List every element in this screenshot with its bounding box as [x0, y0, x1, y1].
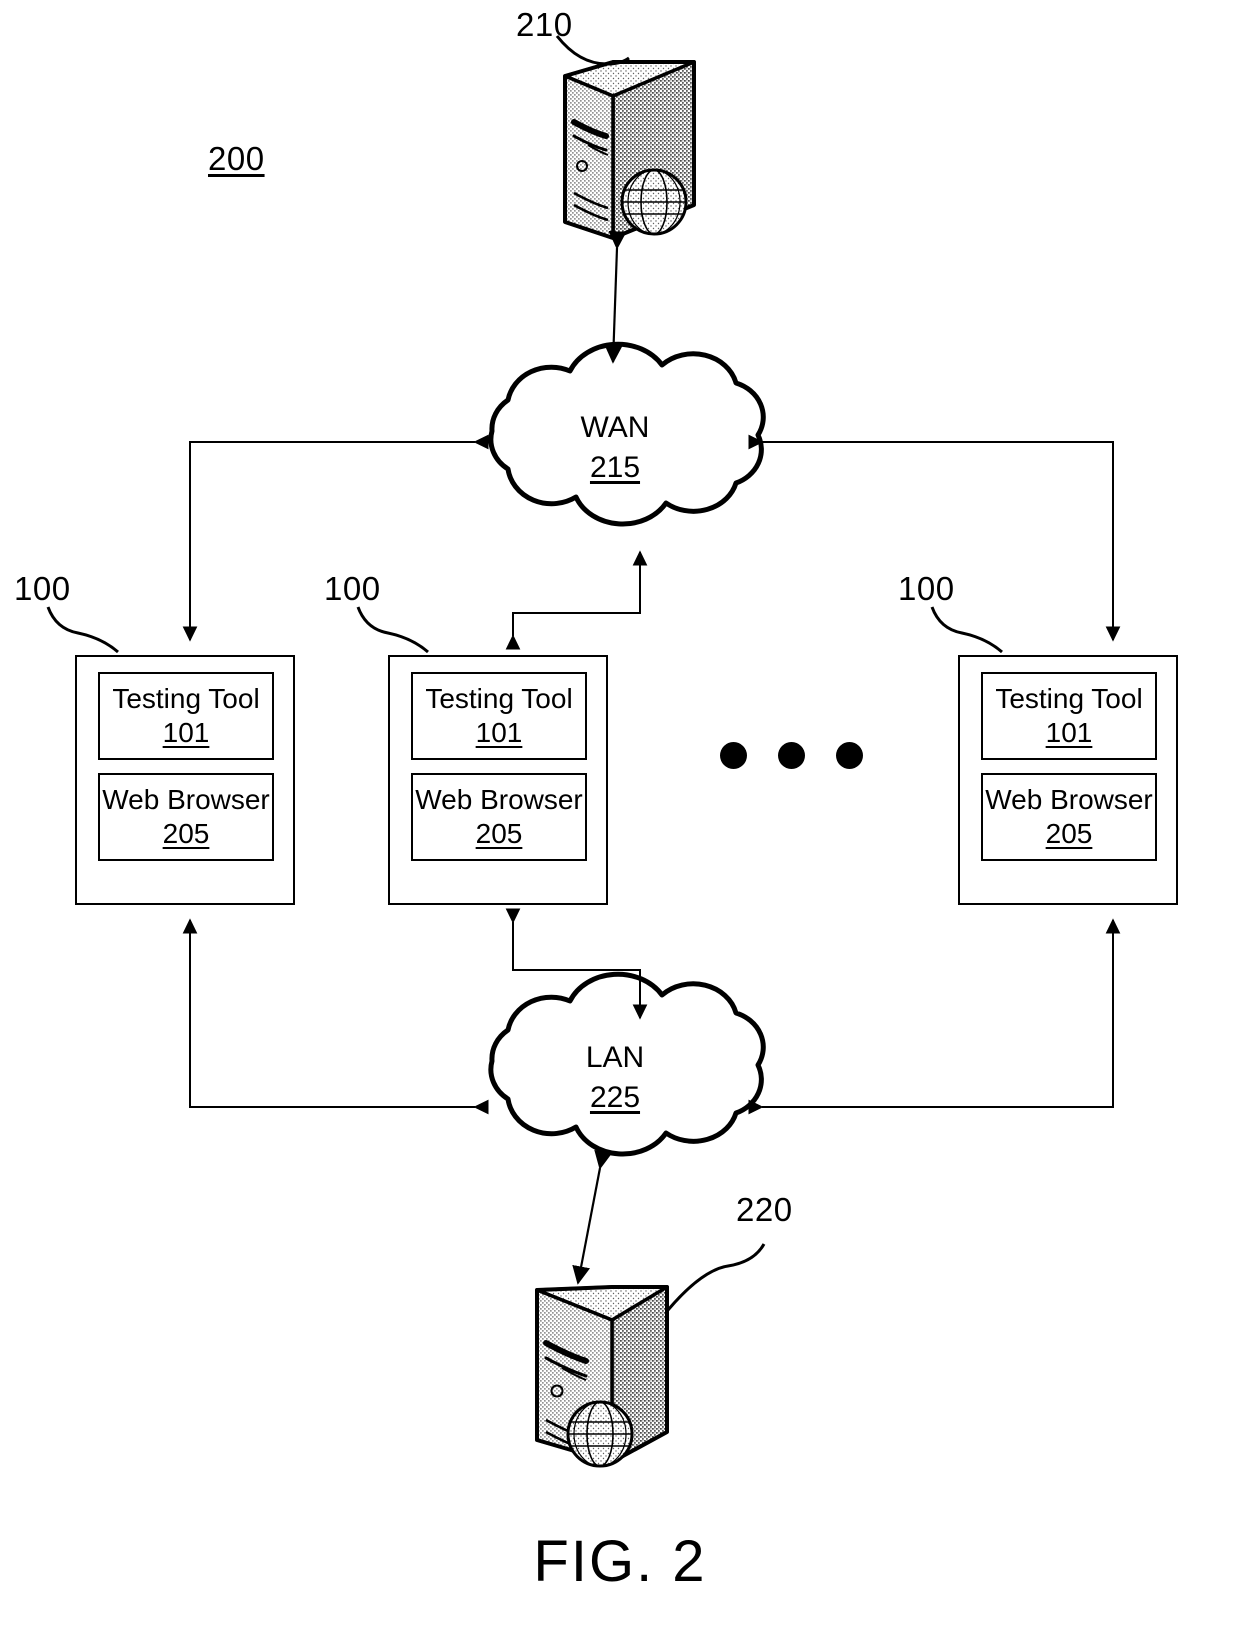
- lan-label-group: LAN 225: [515, 1038, 715, 1118]
- wan-label-group: WAN 215: [515, 408, 715, 488]
- figure-caption: FIG. 2: [533, 1529, 707, 1594]
- testing-tool-box-right: Testing Tool 101: [981, 672, 1157, 760]
- ref-label-100-right: 100: [898, 570, 955, 607]
- web-browser-ref: 205: [475, 818, 523, 849]
- ellipsis-dot: [836, 742, 863, 769]
- client-node-left: Testing Tool 101 Web Browser 205: [75, 655, 295, 905]
- wan-ref: 215: [589, 451, 641, 484]
- web-browser-ref: 205: [1045, 818, 1093, 849]
- web-browser-label: Web Browser: [102, 784, 270, 815]
- testing-tool-box-middle: Testing Tool 101: [411, 672, 587, 760]
- web-browser-label: Web Browser: [985, 784, 1153, 815]
- ellipsis-dot: [720, 742, 747, 769]
- web-browser-box-middle: Web Browser 205: [411, 773, 587, 861]
- ref-label-220: 220: [736, 1191, 793, 1228]
- ref-label-100-middle: 100: [324, 570, 381, 607]
- testing-tool-ref: 101: [162, 717, 210, 748]
- ellipsis-dot: [778, 742, 805, 769]
- client-node-middle: Testing Tool 101 Web Browser 205: [388, 655, 608, 905]
- web-browser-box-left: Web Browser 205: [98, 773, 274, 861]
- wan-name: WAN: [580, 411, 650, 444]
- server-220-icon: [535, 1243, 766, 1468]
- web-browser-ref: 205: [162, 818, 210, 849]
- testing-tool-label: Testing Tool: [425, 683, 573, 714]
- web-browser-box-right: Web Browser 205: [981, 773, 1157, 861]
- testing-tool-label: Testing Tool: [995, 683, 1143, 714]
- ref-label-100-left: 100: [14, 570, 71, 607]
- testing-tool-label: Testing Tool: [112, 683, 260, 714]
- more-clients-ellipsis: [720, 742, 863, 769]
- figure-canvas: 200 210 220 WAN 215 LAN 225 100 Testing …: [0, 0, 1240, 1630]
- testing-tool-ref: 101: [1045, 717, 1093, 748]
- server-210-icon: [555, 35, 696, 240]
- client-node-right: Testing Tool 101 Web Browser 205: [958, 655, 1178, 905]
- testing-tool-ref: 101: [475, 717, 523, 748]
- system-ref-200: 200: [208, 140, 265, 177]
- lan-ref: 225: [589, 1081, 641, 1114]
- ref-label-210: 210: [516, 6, 573, 43]
- web-browser-label: Web Browser: [415, 784, 583, 815]
- lan-name: LAN: [585, 1041, 645, 1074]
- testing-tool-box-left: Testing Tool 101: [98, 672, 274, 760]
